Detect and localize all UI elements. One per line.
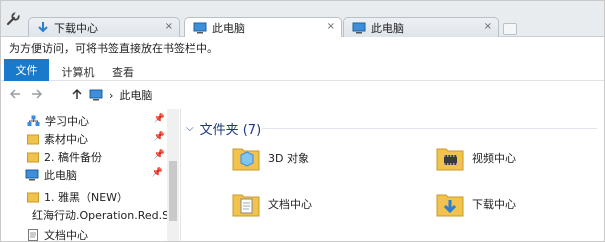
section-title: 文件夹 (7) — [199, 123, 262, 138]
section-divider — [262, 128, 597, 129]
nav-item-yahei-new[interactable]: 1. 雅黑（NEW） — [27, 188, 175, 206]
close-icon[interactable]: × — [327, 21, 335, 32]
pin-icon: 📌 — [153, 132, 165, 142]
ribbon-tab-computer[interactable]: 计算机 — [53, 62, 103, 81]
scrollbar-thumb[interactable] — [169, 161, 177, 221]
tab-this-pc-active[interactable]: 此电脑 × — [184, 17, 342, 38]
pin-icon: 📌 — [153, 114, 165, 124]
nav-item-study-center[interactable]: 学习中心 📌 — [27, 112, 175, 130]
folder-icon — [27, 134, 39, 145]
breadcrumb[interactable]: › 此电脑 — [89, 87, 152, 103]
new-tab-button[interactable] — [503, 23, 517, 35]
document-icon — [28, 229, 38, 241]
folder-icon — [27, 152, 39, 163]
folder-document-center[interactable]: 文档中心 — [232, 189, 312, 219]
address-bar-row: › 此电脑 — [1, 81, 604, 109]
close-icon[interactable]: × — [484, 21, 492, 32]
ribbon-tab-view[interactable]: 查看 — [103, 62, 143, 81]
forward-arrow-icon[interactable] — [31, 88, 43, 100]
computer-icon — [352, 22, 366, 33]
folder-3d-objects[interactable]: 3D 对象 — [232, 143, 309, 173]
folder-label: 文档中心 — [268, 198, 312, 211]
folder-download-center[interactable]: 下载中心 — [436, 189, 516, 219]
tab-strip: 下载中心 × 此电脑 × 此电脑 × — [1, 1, 604, 38]
nav-item-material-center[interactable]: 素材中心 📌 — [27, 130, 175, 148]
folder-label: 下载中心 — [472, 198, 516, 211]
nav-item-label: 素材中心 — [44, 133, 88, 146]
nav-item-label: 学习中心 — [45, 115, 89, 128]
computer-icon — [193, 22, 207, 34]
tab-label: 此电脑 — [212, 22, 245, 35]
ribbon-tabs: 文件 计算机 查看 — [1, 59, 604, 81]
3d-objects-folder-icon — [232, 148, 260, 171]
tab-download-center[interactable]: 下载中心 × — [28, 17, 180, 37]
breadcrumb-separator: › — [109, 88, 114, 102]
back-arrow-icon[interactable] — [9, 88, 21, 100]
folder-icon — [27, 192, 39, 203]
documents-folder-icon — [232, 194, 260, 217]
nav-item-label: 红海行动.Operation.Red.Sea. — [32, 209, 175, 222]
pin-icon: 📌 — [151, 168, 163, 178]
nav-item-manuscript-backup[interactable]: 2. 稿件备份 📌 — [27, 148, 175, 166]
tab-this-pc[interactable]: 此电脑 × — [343, 17, 499, 37]
nav-item-operation-red-sea[interactable]: 红海行动.Operation.Red.Sea. — [27, 206, 175, 224]
folder-label: 3D 对象 — [268, 152, 309, 165]
breadcrumb-item[interactable]: 此电脑 — [119, 87, 152, 103]
tab-label: 此电脑 — [371, 21, 404, 35]
download-arrow-icon — [38, 22, 48, 33]
navigation-pane: 学习中心 📌 素材中心 📌 2. 稿件备份 📌 此电脑 📌 1. 雅黑（NEW） — [1, 109, 181, 242]
close-icon[interactable]: × — [165, 21, 173, 32]
wrench-icon[interactable] — [5, 11, 21, 27]
folder-view: ⌵ 文件夹 (7) 3D 对象 视频中心 文档中心 下载中心 — [182, 109, 604, 241]
nav-item-label: 文档中心 — [44, 229, 88, 242]
nav-item-document-center[interactable]: 文档中心 — [27, 226, 175, 242]
downloads-folder-icon — [436, 194, 464, 217]
computer-icon — [89, 89, 103, 101]
network-icon — [27, 115, 40, 126]
bookmark-notice: 为方便访问，可将书签直接放在书签栏中。 — [1, 37, 604, 59]
folder-video-center[interactable]: 视频中心 — [436, 143, 516, 173]
nav-item-label: 2. 稿件备份 — [44, 151, 102, 164]
folder-label: 视频中心 — [472, 152, 516, 165]
ribbon-tab-file[interactable]: 文件 — [4, 59, 49, 81]
tab-label: 下载中心 — [54, 21, 98, 35]
up-arrow-icon[interactable] — [71, 88, 83, 100]
pin-icon: 📌 — [153, 150, 165, 160]
chevron-down-icon[interactable]: ⌵ — [186, 123, 194, 134]
nav-item-label: 1. 雅黑（NEW） — [44, 191, 129, 204]
video-folder-icon — [436, 148, 464, 171]
nav-item-this-pc[interactable]: 此电脑 📌 — [25, 166, 173, 184]
browser-window: 下载中心 × 此电脑 × 此电脑 × 为方便访问，可将书签直接放在书签栏中。 文… — [0, 0, 605, 242]
computer-icon — [25, 169, 39, 181]
section-header-folders[interactable]: ⌵ 文件夹 (7) — [186, 119, 261, 138]
nav-item-label: 此电脑 — [44, 169, 77, 182]
